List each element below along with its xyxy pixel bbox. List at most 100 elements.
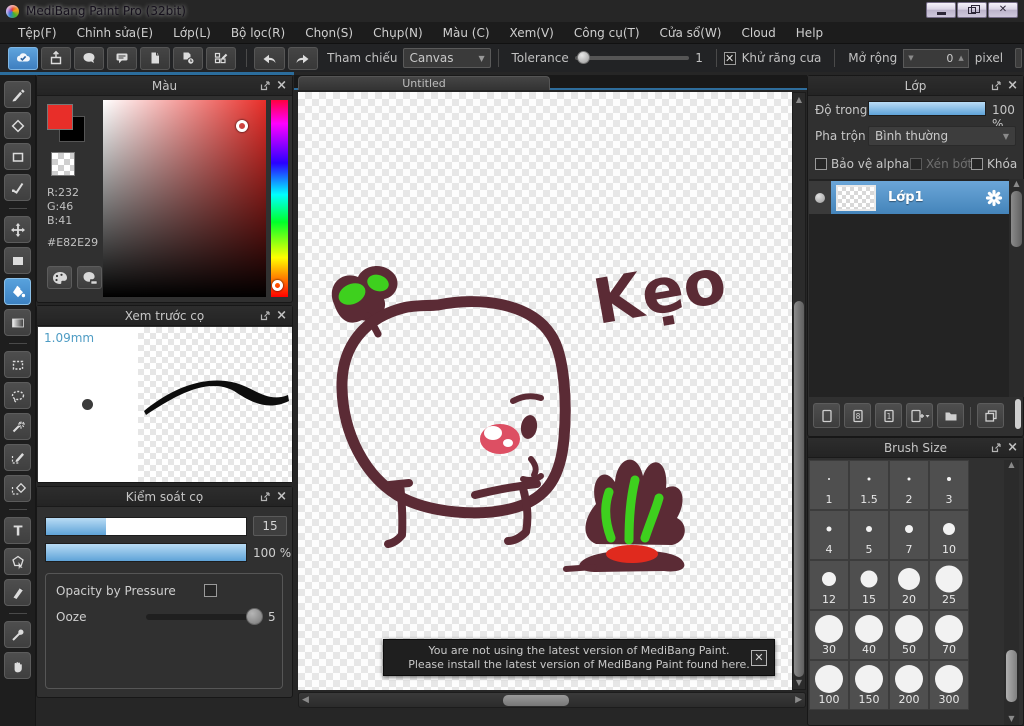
popout-icon[interactable] [260, 80, 270, 91]
layer-visibility-toggle[interactable] [809, 181, 831, 214]
scroll-down-icon[interactable]: ▼ [1004, 714, 1019, 723]
brush-size-15[interactable]: 15 [849, 560, 889, 610]
brush-size-1[interactable]: 1 [809, 460, 849, 510]
hue-cursor[interactable] [272, 280, 283, 291]
add-8bit-layer-button[interactable]: 8 [844, 403, 871, 428]
menu-item-2[interactable]: Lớp(L) [163, 22, 221, 44]
layer-opacity-slider[interactable] [868, 101, 986, 116]
add-layer-menu-button[interactable] [906, 403, 933, 428]
brush-size-30[interactable]: 30 [809, 610, 849, 660]
brush-size-70[interactable]: 70 [929, 610, 969, 660]
tool-magic-wand[interactable] [4, 413, 31, 440]
close-panel-icon[interactable]: × [276, 309, 287, 322]
history-button[interactable] [173, 46, 203, 70]
transparent-color-swatch[interactable] [51, 152, 75, 176]
tolerance-slider-knob[interactable] [576, 51, 590, 64]
close-panel-icon[interactable]: × [276, 79, 287, 92]
scroll-up-icon[interactable]: ▲ [1004, 460, 1019, 469]
layer-folder-button[interactable] [937, 403, 964, 428]
brush-preview-titlebar[interactable]: Xem trước cọ × [37, 306, 292, 326]
popout-icon[interactable] [991, 80, 1001, 91]
tool-text[interactable]: T [4, 517, 31, 544]
brush-size-150[interactable]: 150 [849, 660, 889, 710]
color-panel-titlebar[interactable]: Màu × [37, 76, 292, 96]
tool-rectangle[interactable] [4, 143, 31, 170]
menu-item-11[interactable]: Help [786, 22, 833, 44]
panel-splitter-handle[interactable] [1015, 399, 1021, 429]
add-1bit-layer-button[interactable]: 1 [875, 403, 902, 428]
layer-settings-gear-icon[interactable] [985, 189, 1003, 207]
brush-size-3[interactable]: 3 [929, 460, 969, 510]
brush-control-titlebar[interactable]: Kiểm soát cọ × [37, 487, 292, 507]
tool-divide[interactable] [4, 579, 31, 606]
canvas[interactable]: Kẹo [298, 92, 792, 690]
undo-button[interactable] [253, 46, 285, 70]
menu-item-9[interactable]: Cửa sổ(W) [650, 22, 732, 44]
brush-size-value[interactable]: 15 [253, 516, 287, 536]
brush-size-20[interactable]: 20 [889, 560, 929, 610]
brush-size-2[interactable]: 2 [889, 460, 929, 510]
ooze-slider[interactable] [146, 608, 263, 625]
tool-select-rectangle[interactable] [4, 351, 31, 378]
scroll-up-icon[interactable]: ▲ [1009, 179, 1024, 188]
restore-button[interactable] [957, 2, 987, 18]
document-tab[interactable]: Untitled [298, 76, 550, 90]
color-cursor[interactable] [236, 120, 248, 132]
layer-list-scrollbar[interactable]: ▲ [1009, 179, 1024, 397]
brush-size-slider[interactable] [45, 517, 247, 536]
menu-item-4[interactable]: Chọn(S) [295, 22, 363, 44]
scroll-right-icon[interactable]: ▶ [795, 695, 802, 705]
palette-edit-button[interactable] [77, 266, 102, 289]
tool-hand[interactable] [4, 652, 31, 679]
menu-item-0[interactable]: Tệp(F) [8, 22, 67, 44]
brush-size-1.5[interactable]: 1.5 [849, 460, 889, 510]
brush-size-4[interactable]: 4 [809, 510, 849, 560]
tool-shape-select[interactable] [4, 548, 31, 575]
scroll-left-icon[interactable]: ◀ [302, 695, 309, 705]
alpha-protect-checkbox[interactable] [815, 158, 827, 170]
menu-item-1[interactable]: Chỉnh sửa(E) [67, 22, 164, 44]
notification-close-button[interactable]: ✕ [751, 650, 767, 666]
brush-size-300[interactable]: 300 [929, 660, 969, 710]
document-button[interactable] [140, 46, 170, 70]
close-panel-icon[interactable]: × [276, 490, 287, 503]
brush-size-titlebar[interactable]: Brush Size × [808, 438, 1023, 458]
layer-blend-dropdown[interactable]: Bình thường ▼ [868, 126, 1016, 146]
brush-size-200[interactable]: 200 [889, 660, 929, 710]
lock-option[interactable]: Khóa [971, 157, 1017, 171]
tool-fill-rect[interactable] [4, 247, 31, 274]
minimize-button[interactable] [926, 2, 956, 18]
foreground-color-swatch[interactable] [47, 104, 73, 130]
tool-polyline[interactable] [4, 174, 31, 201]
layer-scroll-thumb[interactable] [1011, 191, 1022, 247]
tool-eraser[interactable] [4, 112, 31, 139]
brush-size-scrollbar[interactable]: ▲ ▼ [1004, 460, 1019, 725]
hue-slider[interactable] [271, 100, 288, 297]
comment-button[interactable] [107, 46, 137, 70]
tool-select-pen[interactable] [4, 444, 31, 471]
vertical-scroll-thumb[interactable] [794, 301, 804, 677]
brush-size-5[interactable]: 5 [849, 510, 889, 560]
redo-button[interactable] [287, 46, 319, 70]
menu-item-10[interactable]: Cloud [732, 22, 786, 44]
menu-item-3[interactable]: Bộ lọc(R) [221, 22, 295, 44]
tool-lasso[interactable] [4, 382, 31, 409]
antialias-checkbox[interactable]: ✕ [723, 51, 736, 65]
brush-opacity-slider[interactable] [45, 543, 247, 562]
popout-icon[interactable] [260, 491, 270, 502]
tool-bucket[interactable] [4, 278, 31, 305]
spinner-up-icon[interactable]: ▲ [958, 54, 963, 62]
export-button[interactable] [41, 46, 71, 70]
scroll-down-icon[interactable]: ▼ [793, 678, 805, 687]
brush-size-10[interactable]: 10 [929, 510, 969, 560]
clipping-option[interactable]: Xén bớt [910, 157, 972, 171]
canvas-horizontal-scrollbar[interactable]: ◀ ▶ [298, 692, 806, 708]
brush-size-7[interactable]: 7 [889, 510, 929, 560]
brush-size-40[interactable]: 40 [849, 610, 889, 660]
close-panel-icon[interactable]: × [1007, 441, 1018, 454]
menu-item-7[interactable]: Xem(V) [500, 22, 564, 44]
close-button[interactable]: ✕ [988, 2, 1018, 18]
horizontal-scroll-thumb[interactable] [503, 695, 569, 706]
tool-brush[interactable] [4, 81, 31, 108]
tool-eyedropper[interactable] [4, 621, 31, 648]
